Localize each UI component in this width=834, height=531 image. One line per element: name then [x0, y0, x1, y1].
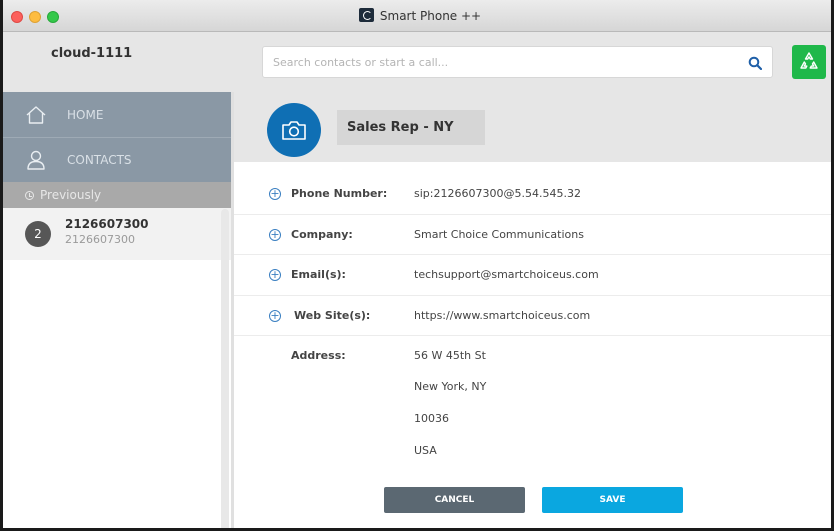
window-title-text: Smart Phone ++ — [379, 9, 482, 23]
sidebar-scrollbar[interactable] — [221, 209, 229, 528]
sidebar-item-label: HOME — [67, 107, 104, 122]
sidebar-item-label: CONTACTS — [67, 153, 132, 167]
address-label: Address: — [291, 349, 346, 362]
company-value[interactable]: Smart Choice Communications — [414, 228, 584, 241]
recent-call-item[interactable]: 2 2126607300 2126607300 — [3, 208, 233, 260]
recent-call-number: 2126607300 — [65, 233, 135, 246]
app-logo-icon — [358, 8, 374, 22]
window-title: Smart Phone ++ — [3, 8, 831, 23]
field-row-company: + Company: Smart Choice Communications — [234, 215, 831, 255]
email-label: Email(s): — [291, 268, 346, 281]
add-phone-icon[interactable]: + — [269, 188, 281, 200]
top-header: cloud-1111 — [3, 32, 831, 92]
contact-detail-panel: Sales Rep - NY + Phone Number: sip:21266… — [234, 92, 831, 528]
title-bar: Smart Phone ++ — [3, 0, 831, 32]
company-label: Company: — [291, 227, 353, 241]
email-value[interactable]: techsupport@smartchoiceus.com — [414, 268, 599, 281]
camera-icon — [282, 121, 306, 140]
save-button[interactable]: SAVE — [542, 487, 683, 513]
address-country[interactable]: USA — [414, 444, 437, 457]
contact-name-field[interactable]: Sales Rep - NY — [337, 110, 485, 145]
recycle-icon — [800, 52, 818, 69]
recent-section-header: Previously — [3, 182, 233, 208]
recent-call-name: 2126607300 — [65, 217, 149, 231]
user-icon — [27, 150, 45, 170]
sidebar-nav: HOME CONTACTS — [3, 92, 233, 182]
search-icon[interactable] — [748, 56, 762, 70]
contact-photo-button[interactable] — [267, 103, 321, 157]
app-window: Smart Phone ++ cloud-1111 HOME — [0, 0, 834, 531]
add-website-icon[interactable]: + — [269, 309, 281, 322]
phone-label: Phone Number: — [291, 187, 388, 200]
address-street[interactable]: 56 W 45th St — [414, 349, 486, 362]
add-company-icon[interactable]: + — [269, 228, 281, 241]
home-icon — [26, 105, 46, 124]
contact-header: Sales Rep - NY — [234, 92, 831, 162]
clock-icon — [25, 190, 34, 200]
cancel-button[interactable]: CANCEL — [384, 487, 525, 513]
avatar: 2 — [25, 221, 51, 247]
field-row-phone: + Phone Number: sip:2126607300@5.54.545.… — [234, 174, 831, 215]
address-zip[interactable]: 10036 — [414, 412, 449, 425]
sidebar: HOME CONTACTS Previously 2 2126607300 21… — [3, 92, 233, 528]
recent-section-label: Previously — [40, 188, 102, 202]
phone-value[interactable]: sip:2126607300@5.54.545.32 — [414, 187, 581, 200]
field-row-website: + Web Site(s): https://www.smartchoiceus… — [234, 296, 831, 336]
add-email-icon[interactable]: + — [269, 269, 281, 281]
address-city[interactable]: New York, NY — [414, 380, 486, 393]
website-label: Web Site(s): — [294, 308, 371, 322]
website-value[interactable]: https://www.smartchoiceus.com — [414, 309, 590, 322]
field-row-email: + Email(s): techsupport@smartchoiceus.co… — [234, 255, 831, 296]
search-input[interactable] — [262, 46, 773, 78]
brand-recycle-icon[interactable] — [792, 45, 826, 79]
contact-fields: + Phone Number: sip:2126607300@5.54.545.… — [234, 174, 831, 336]
account-name: cloud-1111 — [51, 46, 133, 61]
sidebar-item-home[interactable]: HOME — [3, 92, 233, 137]
sidebar-item-contacts[interactable]: CONTACTS — [3, 137, 233, 182]
